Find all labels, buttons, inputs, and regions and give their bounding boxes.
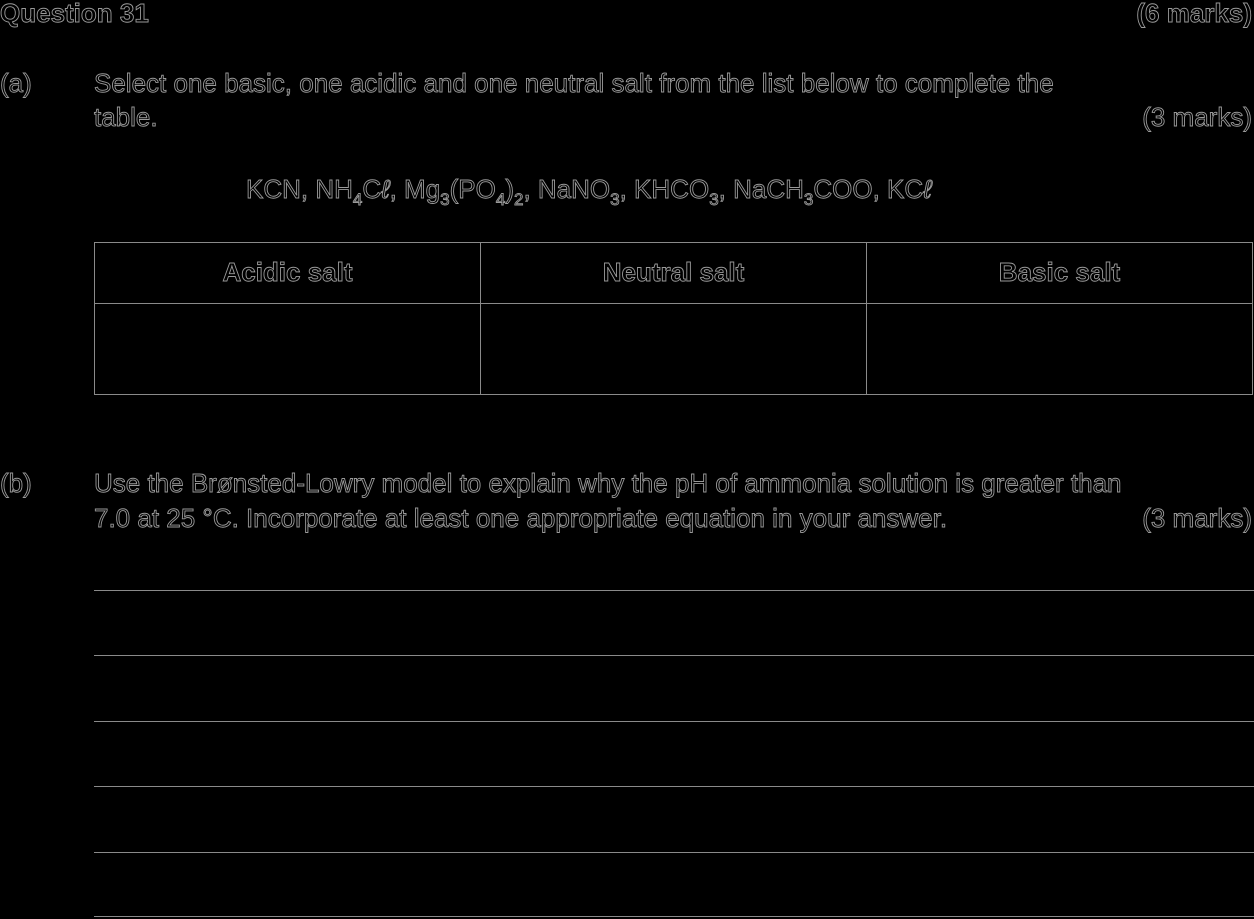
salt-subscript: 3 — [803, 190, 814, 209]
answer-cell-neutral[interactable] — [480, 302, 867, 396]
part-b-marks: (3 marks) — [1142, 503, 1253, 534]
salt-subscript: 4 — [352, 190, 363, 209]
salt-subscript: 3 — [709, 190, 719, 209]
header-basic-salt: Basic salt — [866, 242, 1253, 304]
answer-line[interactable] — [94, 590, 1254, 591]
question-total-marks: (6 marks) — [1136, 0, 1253, 28]
salt-text: , NaNO — [523, 174, 611, 205]
salt-text: , Mg — [389, 174, 441, 205]
part-b-label: (b) — [0, 468, 32, 499]
answer-line[interactable] — [94, 786, 1254, 787]
salt-subscript: 3 — [610, 190, 620, 209]
salt-text: , NaCH — [718, 174, 804, 205]
salt-text: C — [362, 174, 382, 205]
salt-ell-symbol: ℓ — [381, 174, 390, 205]
answer-cell-basic[interactable] — [866, 302, 1253, 396]
salt-text: ) — [505, 174, 515, 205]
salt-subscript: 3 — [440, 190, 450, 209]
table-answer-row — [94, 302, 1253, 396]
salt-text: (PO — [449, 174, 496, 205]
answer-line[interactable] — [94, 655, 1254, 656]
salt-text: COO, KC — [813, 174, 924, 205]
salt-subscript: 4 — [495, 190, 506, 209]
answer-line[interactable] — [94, 916, 1254, 917]
answer-cell-acidic[interactable] — [94, 302, 481, 396]
answer-line[interactable] — [94, 852, 1254, 853]
header-neutral-salt: Neutral salt — [480, 242, 867, 304]
answer-line[interactable] — [94, 721, 1254, 722]
part-a-instruction-line1: Select one basic, one acidic and one neu… — [94, 68, 1055, 99]
salt-classification-table: Acidic salt Neutral salt Basic salt — [94, 242, 1253, 396]
table-header-row: Acidic salt Neutral salt Basic salt — [94, 242, 1253, 304]
part-a-label: (a) — [0, 68, 32, 99]
question-title: Question 31 — [0, 0, 149, 28]
part-a-instruction-line2: table. — [94, 102, 159, 133]
part-b-instruction-line2: 7.0 at 25 °C. Incorporate at least one a… — [94, 503, 948, 534]
part-a-marks: (3 marks) — [1142, 102, 1253, 133]
salt-ell-symbol: ℓ — [923, 174, 932, 205]
part-b-instruction-line1: Use the Brønsted-Lowry model to explain … — [94, 468, 1122, 499]
salt-list: KCN, NH4Cℓ, Mg3(PO4)2, NaNO3, KHCO3, NaC… — [246, 172, 933, 209]
salt-text: , KHCO — [619, 174, 710, 205]
salt-text: KCN, NH — [246, 174, 354, 205]
header-acidic-salt: Acidic salt — [94, 242, 481, 304]
